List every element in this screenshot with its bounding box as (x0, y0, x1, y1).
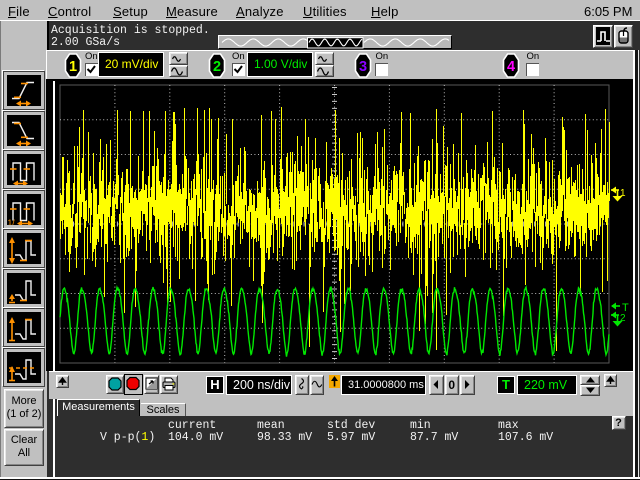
svg-text:1/: 1/ (8, 217, 16, 225)
svg-text:2: 2 (213, 59, 221, 75)
svg-text:4: 4 (506, 59, 514, 75)
svg-text:3: 3 (358, 59, 366, 75)
svg-text:1: 1 (69, 59, 77, 75)
svg-text:1: 1 (620, 188, 626, 199)
svg-text:2: 2 (620, 313, 626, 324)
